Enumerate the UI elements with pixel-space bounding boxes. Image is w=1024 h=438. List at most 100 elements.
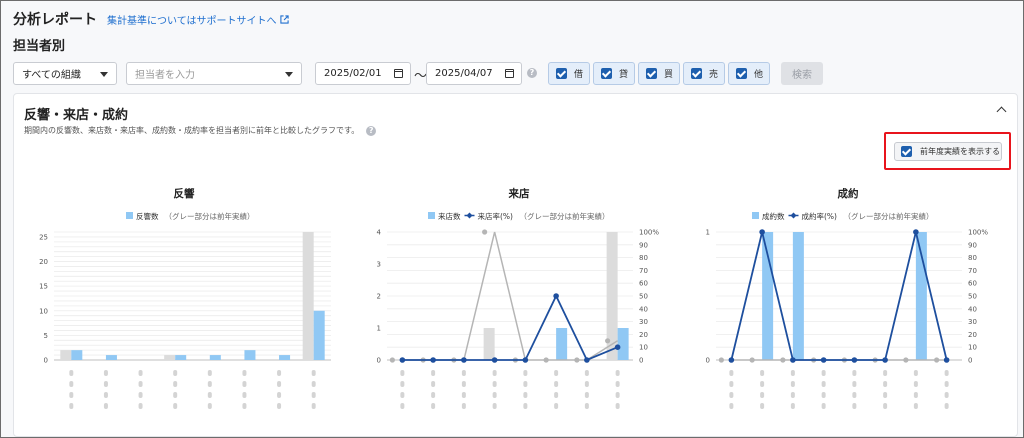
section-subtitle: 担当者別	[13, 39, 66, 54]
category-label-blurred	[729, 370, 734, 376]
calendar-icon[interactable]	[394, 69, 403, 78]
report-card: 反響・来店・成約 期間内の反響数、来店数・来店率、成約数・成約率を担当者別に前年…	[13, 93, 1018, 437]
chart-title-visits: 来店	[508, 188, 530, 200]
rate-point-current	[943, 357, 950, 363]
bar-current	[209, 355, 221, 360]
staff-select[interactable]: 担当者を入力	[126, 62, 302, 85]
category-label-blurred	[207, 370, 212, 376]
category-label-blurred	[554, 403, 559, 409]
category-label-blurred	[584, 403, 589, 409]
page-title: 分析レポート	[13, 12, 97, 28]
category-label-blurred	[492, 403, 497, 409]
category-label-blurred	[852, 370, 857, 376]
toggle-lend[interactable]: 貸	[593, 62, 635, 85]
legend-note: （グレー部分は前年実績）	[844, 211, 934, 221]
category-label-blurred	[615, 403, 620, 409]
rate-point-current	[430, 357, 436, 363]
category-label-blurred	[523, 381, 528, 387]
category-label-blurred	[944, 403, 949, 409]
toggle-sell[interactable]: 売	[683, 62, 725, 85]
chart-title-inquiries: 反響	[173, 188, 195, 200]
category-label-blurred	[852, 403, 857, 409]
category-label-blurred	[523, 392, 528, 398]
rate-line-previous-year	[402, 231, 619, 361]
y2-tick-label: 90	[639, 241, 648, 249]
search-button[interactable]: 検索	[781, 62, 823, 85]
organization-select-value: すべての組織	[22, 70, 81, 81]
legend-label: 成約率(%)	[802, 211, 838, 221]
bar-current	[279, 355, 291, 360]
y-tick-label: 0	[377, 357, 381, 365]
category-label-blurred	[400, 403, 405, 409]
rate-point-current	[461, 357, 467, 363]
category-label-blurred	[821, 381, 826, 387]
y-tick-label: 0	[706, 357, 710, 365]
support-site-link[interactable]: 集計基準についてはサポートサイトへ	[107, 12, 289, 27]
y-tick-label: 25	[39, 233, 48, 241]
toggle-buy[interactable]: 買	[638, 62, 680, 85]
bar-current	[556, 328, 568, 360]
category-label-blurred	[790, 381, 795, 387]
category-label-blurred	[790, 403, 795, 409]
date-to-value: 2025/04/07	[435, 68, 493, 79]
category-label-blurred	[760, 381, 765, 387]
y2-tick-label: 50	[639, 293, 648, 301]
toggle-rent[interactable]: 借	[548, 62, 590, 85]
calendar-icon[interactable]	[505, 69, 514, 78]
category-label-blurred	[69, 381, 74, 387]
bar-current	[71, 350, 83, 360]
rate-point-previous-year	[811, 357, 817, 363]
category-label-blurred	[584, 381, 589, 387]
card-description: 期間内の反響数、来店数・来店率、成約数・成約率を担当者別に前年と比較したグラフで…	[24, 125, 377, 136]
bar-current	[313, 310, 325, 360]
rate-point-previous-year	[482, 229, 488, 235]
category-label-blurred	[883, 403, 888, 409]
category-label-blurred	[729, 392, 734, 398]
legend-bar-swatch	[752, 212, 759, 219]
rate-line-current	[730, 231, 948, 361]
rate-point-previous-year	[872, 357, 878, 363]
y2-tick-label: 10	[968, 344, 977, 352]
y2-tick-label: 30	[639, 318, 648, 326]
rate-point-current	[399, 357, 406, 363]
legend-label: 成約数	[762, 211, 785, 221]
rate-point-current	[790, 357, 796, 363]
rate-line-current	[402, 293, 618, 362]
toggle-other[interactable]: 他	[728, 62, 770, 85]
chevron-down-icon	[285, 72, 293, 77]
staff-select-placeholder: 担当者を入力	[135, 70, 195, 81]
y-tick-label: 15	[39, 283, 48, 291]
category-label-blurred	[852, 392, 857, 398]
category-label-blurred	[138, 392, 143, 398]
y-tick-label: 1	[377, 325, 381, 333]
organization-select[interactable]: すべての組織	[13, 62, 117, 85]
y2-tick-label: 100%	[968, 229, 988, 237]
rate-point-current	[820, 357, 827, 363]
category-label-blurred	[311, 403, 316, 409]
date-to-input[interactable]: 2025/04/07	[426, 62, 522, 85]
category-label-blurred	[492, 370, 497, 376]
legend-note: （グレー部分は前年実績）	[520, 211, 610, 221]
category-label-blurred	[584, 370, 589, 376]
category-label-blurred	[431, 370, 436, 376]
category-label-blurred	[69, 392, 74, 398]
legend-note: （グレー部分は前年実績）	[165, 211, 255, 221]
category-label-blurred	[400, 381, 405, 387]
category-label-blurred	[103, 370, 108, 376]
rate-point-current	[913, 229, 919, 235]
rate-point-previous-year	[934, 357, 940, 363]
help-icon[interactable]: ?	[366, 125, 377, 136]
category-label-blurred	[311, 370, 316, 376]
collapse-chevron-icon[interactable]	[996, 106, 1007, 117]
date-from-input[interactable]: 2025/02/01	[315, 62, 411, 85]
show-previous-year-toggle[interactable]: 前年度実績を表示する	[894, 142, 1002, 161]
category-label-blurred	[138, 403, 143, 409]
category-label-blurred	[760, 370, 765, 376]
category-label-blurred	[207, 403, 212, 409]
legend-marker-icon	[466, 212, 473, 219]
checkbox-checked-icon	[691, 68, 702, 79]
help-icon[interactable]: ?	[527, 68, 537, 78]
y-tick-label: 10	[39, 307, 48, 315]
category-label-blurred	[138, 381, 143, 387]
category-label-blurred	[242, 381, 247, 387]
